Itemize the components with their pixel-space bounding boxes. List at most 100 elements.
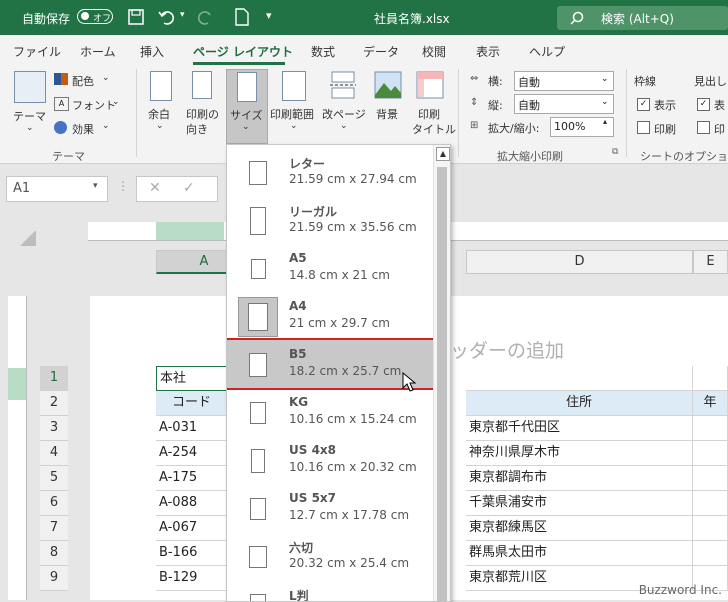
tab-page-layout[interactable]: ページ レイアウト <box>193 43 293 60</box>
column-header-e[interactable]: E <box>693 250 728 274</box>
more-icon: ⋮ <box>117 179 129 193</box>
tab-file[interactable]: ファイル <box>13 43 61 60</box>
cell-a[interactable]: コード <box>156 391 228 416</box>
print-preview-icon[interactable] <box>234 8 250 26</box>
row-header[interactable]: 3 <box>40 416 68 441</box>
spinner-arrows-icon[interactable]: ▴ <box>603 117 607 126</box>
cell-a[interactable]: A-175 <box>156 466 228 491</box>
paper-size-option[interactable]: A5 14.8 cm x 21 cm <box>227 244 433 292</box>
gridlines-print-label: 印刷 <box>654 123 676 136</box>
cell-e[interactable]: 年 <box>693 391 728 416</box>
paper-size-option[interactable]: KG 10.16 cm x 15.24 cm <box>227 388 433 436</box>
width-combo[interactable]: 自動 ⌄ <box>514 71 614 91</box>
cell-a[interactable]: A-254 <box>156 441 228 466</box>
row-header[interactable]: 7 <box>40 516 68 541</box>
cell-d[interactable] <box>466 366 693 391</box>
tab-help[interactable]: ヘルプ <box>529 43 565 60</box>
row-header[interactable]: 4 <box>40 441 68 466</box>
paper-size-option[interactable]: L判 <box>227 580 433 601</box>
window-title: 社員名簿.xlsx <box>374 12 450 26</box>
row-header[interactable]: 8 <box>40 541 68 566</box>
cell-d[interactable]: 神奈川県厚木市 <box>466 441 693 466</box>
save-icon[interactable] <box>128 9 144 25</box>
cell-a[interactable]: A-031 <box>156 416 228 441</box>
chevron-down-icon[interactable]: ▾ <box>93 181 98 191</box>
paper-size-option[interactable]: US 5x7 12.7 cm x 17.78 cm <box>227 484 433 532</box>
cell-e[interactable] <box>693 416 728 441</box>
chevron-down-icon: ⌄ <box>26 123 34 133</box>
tab-formulas[interactable]: 数式 <box>311 43 335 60</box>
cell-d[interactable]: 千葉県浦安市 <box>466 491 693 516</box>
select-all-icon[interactable] <box>18 228 38 248</box>
print-titles-label-1: 印刷 <box>418 108 440 121</box>
cell-e[interactable] <box>693 366 728 391</box>
search-box[interactable]: 検索 (Alt+Q) <box>557 6 728 30</box>
gridlines-view-checkbox[interactable]: ✓ <box>637 98 650 111</box>
ruler-active-segment <box>156 222 224 240</box>
tab-insert[interactable]: 挿入 <box>140 43 164 60</box>
group-divider <box>458 69 459 157</box>
cell-a[interactable]: 本社 <box>156 366 228 391</box>
name-box[interactable]: A1 ▾ <box>6 176 108 202</box>
fonts-icon: A <box>54 97 69 111</box>
cell-d[interactable]: 東京都練馬区 <box>466 516 693 541</box>
paper-icon <box>249 161 267 185</box>
paper-size-option[interactable]: US 4x8 10.16 cm x 20.32 cm <box>227 436 433 484</box>
tab-home[interactable]: ホーム <box>80 43 116 60</box>
row-header[interactable]: 6 <box>40 491 68 516</box>
cell-d[interactable]: 東京都調布市 <box>466 466 693 491</box>
height-combo[interactable]: 自動 ⌄ <box>514 94 614 114</box>
headings-view-checkbox[interactable]: ✓ <box>697 98 710 111</box>
cell-d[interactable]: 群馬県太田市 <box>466 541 693 566</box>
tab-view[interactable]: 表示 <box>476 43 500 60</box>
cell-e[interactable] <box>693 491 728 516</box>
tab-review[interactable]: 校閲 <box>422 43 446 60</box>
scale-spinner[interactable]: 100% ▴ <box>550 117 614 137</box>
paper-size-name: レター <box>289 157 326 171</box>
dropdown-scrollbar[interactable]: ▲ <box>433 145 450 601</box>
enter-icon[interactable]: ✓ <box>183 180 195 196</box>
cell-d[interactable]: 住所 <box>466 391 693 416</box>
paper-size-option[interactable]: リーガル 21.59 cm x 35.56 cm <box>227 196 433 244</box>
theme-icon <box>14 71 46 103</box>
cell-a[interactable]: B-129 <box>156 566 228 591</box>
dialog-launcher-icon[interactable]: ⧉ <box>612 147 618 157</box>
gridlines-print-checkbox[interactable] <box>637 121 650 134</box>
size-button[interactable]: サイズ ⌄ <box>226 69 268 144</box>
undo-icon[interactable] <box>158 9 176 25</box>
undo-dropdown-icon[interactable]: ▾ <box>180 10 185 20</box>
row-header[interactable]: 9 <box>40 566 68 591</box>
cell-e[interactable] <box>693 441 728 466</box>
scale-label: 拡大/縮小: <box>488 122 540 135</box>
header-placeholder[interactable]: ッダーの追加 <box>450 336 564 363</box>
cell-a[interactable]: B-166 <box>156 541 228 566</box>
row-header[interactable]: 5 <box>40 466 68 491</box>
gridlines-view-label: 表示 <box>654 99 676 112</box>
row-header[interactable]: 1 <box>40 366 68 391</box>
cell-e[interactable] <box>693 466 728 491</box>
cell-a[interactable]: A-088 <box>156 491 228 516</box>
colors-icon <box>54 73 68 85</box>
orientation-label-2: 向き <box>186 123 208 136</box>
cell-e[interactable] <box>693 541 728 566</box>
tab-data[interactable]: データ <box>363 43 399 60</box>
autosave-toggle[interactable]: オフ <box>77 9 113 24</box>
paper-size-option[interactable]: A4 21 cm x 29.7 cm <box>227 292 433 340</box>
cell-d[interactable]: 東京都千代田区 <box>466 416 693 441</box>
redo-icon[interactable] <box>196 9 214 25</box>
chevron-down-icon: ⌄ <box>156 121 164 131</box>
cell-e[interactable] <box>693 516 728 541</box>
customize-toolbar-icon[interactable]: ▾ <box>266 9 272 22</box>
paper-size-option[interactable]: レター 21.59 cm x 27.94 cm <box>227 148 433 196</box>
row-header[interactable]: 2 <box>40 391 68 416</box>
cancel-icon[interactable]: ✕ <box>149 180 161 196</box>
height-label: 縦: <box>488 99 503 112</box>
scroll-thumb[interactable] <box>437 167 447 601</box>
paper-size-option[interactable]: 六切 20.32 cm x 25.4 cm <box>227 532 433 580</box>
scroll-up-icon[interactable]: ▲ <box>436 147 450 161</box>
column-header-d[interactable]: D <box>466 250 693 274</box>
chevron-down-icon: ⌄ <box>112 97 120 107</box>
theme-label: テーマ <box>13 110 46 123</box>
cell-a[interactable]: A-067 <box>156 516 228 541</box>
headings-print-checkbox[interactable] <box>697 121 710 134</box>
